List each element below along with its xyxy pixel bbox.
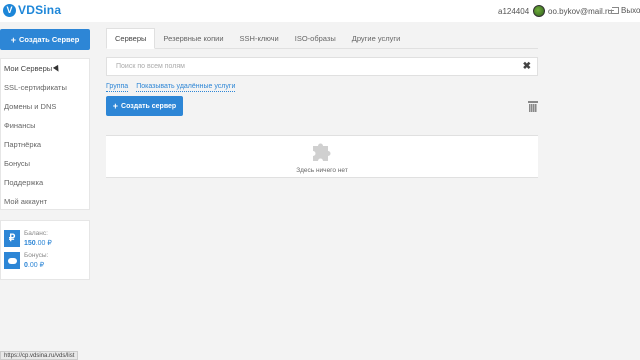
balance-value: 150.00 ₽ [24, 240, 52, 247]
sidebar-item-label: SSL-сертификаты [4, 83, 67, 92]
logout-icon [609, 7, 619, 14]
ruble-icon: ₽ [4, 230, 20, 247]
sidebar-item-support[interactable]: Поддержка [1, 173, 89, 192]
group-link[interactable]: Группа [106, 82, 129, 92]
plus-icon: + [112, 101, 119, 111]
avatar[interactable] [533, 5, 545, 17]
puzzle-icon [313, 143, 331, 161]
empty-state-text: Здесь ничего нет [296, 167, 348, 174]
sidebar-item-label: Партнёрка [4, 140, 42, 149]
create-server-button[interactable]: + Создать сервер [106, 96, 183, 116]
account-id: a124404 [498, 7, 530, 16]
close-icon[interactable]: ✖ [523, 61, 531, 72]
sidebar-item-partner[interactable]: Партнёрка [1, 135, 89, 154]
sidebar-item-bonuses[interactable]: Бонусы [1, 154, 89, 173]
logout-label: Выход [621, 6, 640, 15]
main-panel: Серверы Резервные копии SSH-ключи ISO-об… [106, 28, 538, 178]
sidebar-item-ssl[interactable]: SSL-сертификаты [1, 78, 89, 97]
empty-state: Здесь ничего нет [106, 135, 538, 178]
trash-icon[interactable] [528, 101, 538, 112]
search-placeholder: Поиск по всем полям [116, 63, 185, 70]
bonus-row[interactable]: Бонусы: 0.00 ₽ [4, 252, 48, 269]
status-bar-url: https://cp.vdsina.ru/vds/list [0, 351, 79, 360]
logo-text: VDSina [18, 3, 62, 17]
show-deleted-link[interactable]: Показывать удалённые услуги [136, 82, 236, 92]
sidebar-item-account[interactable]: Мой аккаунт [1, 192, 89, 211]
sidebar-item-label: Финансы [4, 121, 36, 130]
sidebar-item-label: Домены и DNS [4, 102, 57, 111]
plus-icon: + [10, 34, 16, 45]
sidebar-item-finance[interactable]: Финансы [1, 116, 89, 135]
sidebar-item-my-servers[interactable]: Мои Серверы [1, 59, 89, 78]
logo[interactable]: V VDSina [3, 3, 61, 17]
balance-row[interactable]: ₽ Баланс: 150.00 ₽ [4, 230, 52, 247]
create-server-sidebar-button[interactable]: + Создать Сервер [0, 29, 90, 50]
tab-iso-images[interactable]: ISO-образы [287, 28, 344, 49]
tab-bar: Серверы Резервные копии SSH-ключи ISO-об… [106, 28, 538, 49]
sidebar-item-label: Бонусы [4, 159, 31, 168]
sidebar-menu: Мои Серверы SSL-сертификаты Домены и DNS… [0, 58, 90, 210]
sidebar-item-label: Поддержка [4, 178, 44, 187]
logout-button[interactable]: Выход [609, 6, 640, 15]
sidebar-item-label: Мой аккаунт [4, 197, 48, 206]
tab-ssh-keys[interactable]: SSH-ключи [232, 28, 287, 49]
create-server-label: Создать сервер [121, 102, 177, 110]
bonus-label: Бонусы: [24, 252, 49, 259]
top-bar: V VDSina a124404 oo.bykov@mail.ru Выход [0, 0, 640, 22]
balance-panel: ₽ Баланс: 150.00 ₽ Бонусы: 0.00 ₽ [0, 220, 90, 280]
bonus-value: 0.00 ₽ [24, 262, 45, 269]
create-server-sidebar-label: Создать Сервер [18, 35, 80, 44]
mouse-cursor-icon [53, 64, 62, 73]
filter-links: Группа Показывать удалённые услуги [106, 82, 236, 92]
logo-icon: V [3, 3, 16, 17]
balance-label: Баланс: [24, 230, 48, 237]
tab-servers[interactable]: Серверы [106, 28, 156, 49]
search-input[interactable]: Поиск по всем полям ✖ [106, 57, 538, 76]
tab-other-services[interactable]: Другие услуги [344, 28, 409, 49]
sidebar-item-label: Мои Серверы [4, 64, 53, 73]
tab-backups[interactable]: Резервные копии [155, 28, 231, 49]
sidebar-item-domains[interactable]: Домены и DNS [1, 97, 89, 116]
user-email[interactable]: oo.bykov@mail.ru [548, 7, 612, 16]
piggy-bank-icon [4, 252, 20, 269]
